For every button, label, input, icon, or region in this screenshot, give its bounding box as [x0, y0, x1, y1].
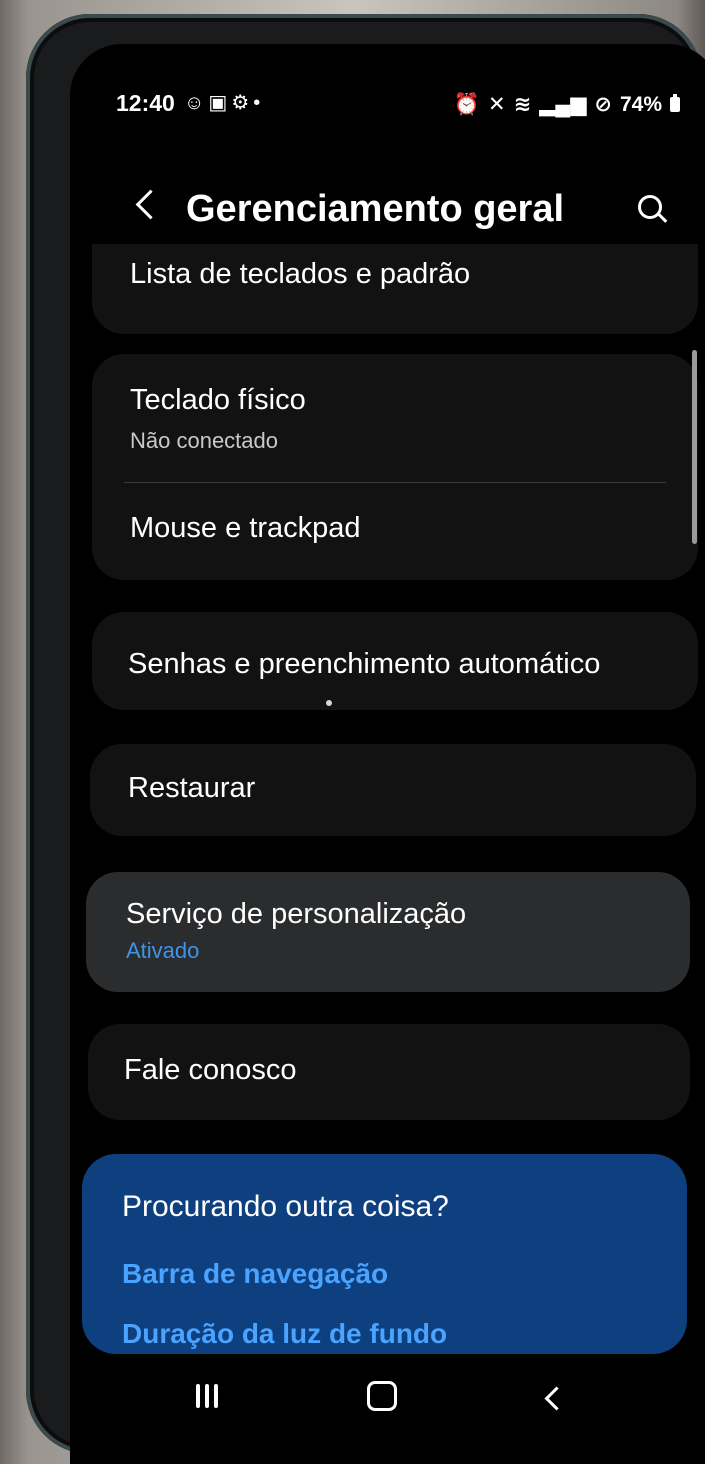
suggestion-title: Procurando outra coisa?: [122, 1190, 449, 1223]
notification-icons: ☺▣⚙•: [184, 90, 264, 115]
item-title: Mouse e trackpad: [130, 512, 361, 544]
card-input-devices: Teclado físico Não conectado Mouse e tra…: [92, 354, 698, 580]
list-item-keyboard-list[interactable]: Lista de teclados e padrão: [92, 244, 698, 334]
wifi-icon: ≋: [513, 93, 532, 116]
mute-icon: ✕: [487, 93, 506, 116]
navigation-bar: [70, 1362, 705, 1432]
list-item-restore[interactable]: Restaurar: [90, 744, 696, 836]
mail-icon: ▣: [208, 92, 232, 114]
link-navigation-bar[interactable]: Barra de navegação: [122, 1258, 388, 1290]
gear-icon: ⚙: [231, 92, 254, 114]
list-item-personalization-service[interactable]: Serviço de personalização Ativado: [86, 872, 690, 992]
item-status: Ativado: [126, 938, 200, 963]
battery-icon: [670, 94, 680, 112]
item-title: Teclado físico: [130, 384, 306, 416]
card-contact-us: Fale conosco: [88, 1024, 690, 1120]
dnd-icon: ⊘: [594, 93, 612, 116]
signal-icon: ▂▄▆: [539, 93, 587, 116]
item-subtitle: Não conectado: [130, 428, 278, 453]
list-item-mouse-trackpad[interactable]: Mouse e trackpad: [92, 484, 698, 580]
home-button[interactable]: [367, 1381, 397, 1411]
card-keyboard-list: Lista de teclados e padrão: [92, 244, 698, 334]
item-title: Fale conosco: [124, 1054, 297, 1086]
link-backlight-duration[interactable]: Duração da luz de fundo: [122, 1318, 447, 1350]
status-bar: 12:40 ☺▣⚙• ⏰ ✕ ≋ ▂▄▆ ⊘ 74%: [70, 44, 705, 134]
screen: 12:40 ☺▣⚙• ⏰ ✕ ≋ ▂▄▆ ⊘ 74% Gerenciamento…: [70, 44, 705, 1464]
chat-icon: ☺: [184, 92, 209, 114]
item-title: Senhas e preenchimento automático: [128, 648, 601, 680]
item-title: Serviço de personalização: [126, 898, 467, 930]
phone-frame: 12:40 ☺▣⚙• ⏰ ✕ ≋ ▂▄▆ ⊘ 74% Gerenciamento…: [26, 14, 705, 1464]
app-bar: Gerenciamento geral: [70, 184, 705, 244]
scrollbar[interactable]: [692, 350, 697, 544]
back-button[interactable]: [128, 186, 168, 226]
page-title: Gerenciamento geral: [186, 188, 565, 230]
item-title: Lista de teclados e padrão: [130, 258, 471, 290]
suggestion-card: Procurando outra coisa? Barra de navegaç…: [82, 1154, 687, 1354]
divider: [124, 482, 666, 483]
battery-level: 74%: [619, 92, 662, 116]
search-button[interactable]: [635, 192, 669, 226]
alarm-icon: ⏰: [453, 92, 480, 116]
list-item-physical-keyboard[interactable]: Teclado físico Não conectado: [92, 354, 698, 480]
list-item-passwords-autofill[interactable]: Senhas e preenchimento automático: [92, 612, 698, 710]
indicator-dot: [326, 700, 332, 706]
item-title: Restaurar: [128, 772, 256, 804]
dot-icon: •: [253, 92, 265, 114]
status-time: 12:40: [116, 90, 175, 116]
card-restore: Restaurar: [90, 744, 696, 836]
recents-button[interactable]: [194, 1382, 224, 1410]
nav-back-button[interactable]: [540, 1382, 568, 1412]
list-item-contact-us[interactable]: Fale conosco: [88, 1024, 690, 1120]
card-passwords: Senhas e preenchimento automático: [92, 612, 698, 710]
system-icons: ⏰ ✕ ≋ ▂▄▆ ⊘ 74%: [454, 92, 680, 117]
card-personalization: Serviço de personalização Ativado: [86, 872, 690, 992]
